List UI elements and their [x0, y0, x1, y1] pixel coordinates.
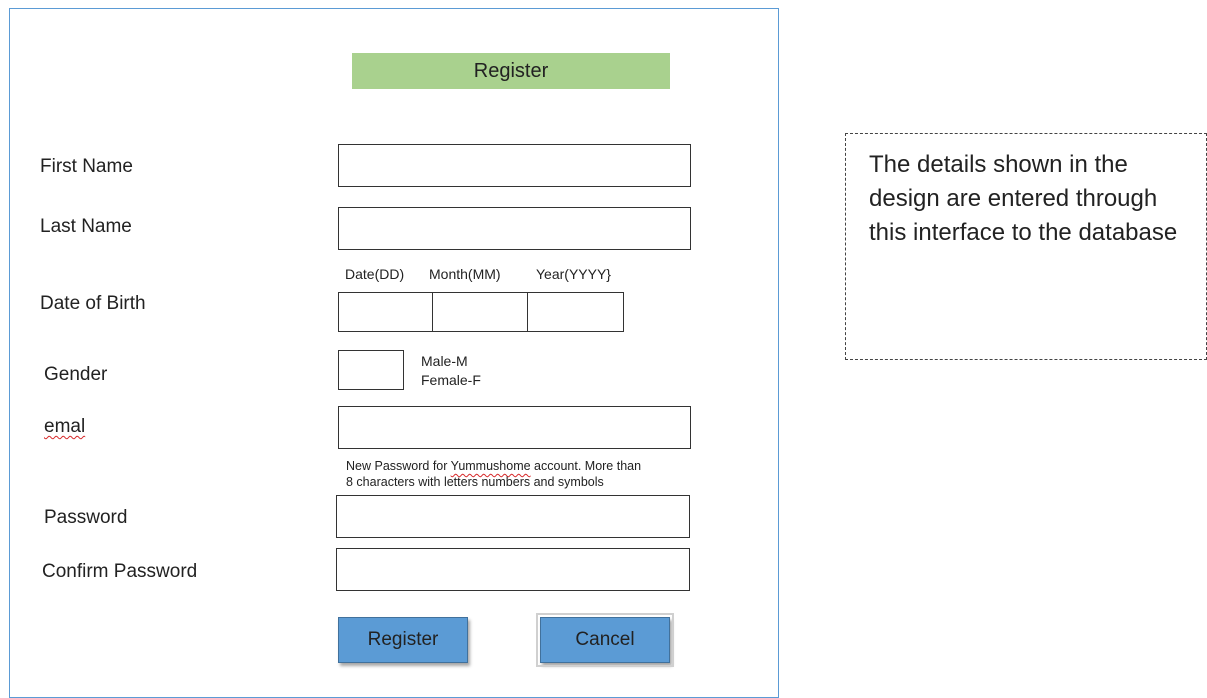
dob-month-input[interactable] — [432, 292, 529, 332]
dob-day-header: Date(DD) — [345, 266, 405, 282]
first-name-label: First Name — [40, 156, 133, 177]
dob-label: Date of Birth — [40, 293, 146, 314]
password-label: Password — [44, 507, 128, 528]
gender-hint-male: Male-M — [421, 353, 468, 369]
form-title: Register — [352, 53, 670, 89]
confirm-password-label: Confirm Password — [42, 561, 198, 582]
email-input[interactable] — [338, 406, 691, 449]
dob-year-input[interactable] — [527, 292, 624, 332]
password-hint-part1: New Password for — [346, 459, 451, 473]
last-name-label: Last Name — [40, 216, 132, 237]
password-input[interactable] — [336, 495, 690, 538]
dob-month-header: Month(MM) — [429, 266, 501, 282]
password-hint: New Password for Yummushome account. Mor… — [346, 458, 706, 490]
last-name-input[interactable] — [338, 207, 691, 250]
email-label: emal — [44, 416, 86, 437]
gender-label: Gender — [44, 364, 108, 385]
password-hint-brand: Yummushome — [450, 459, 531, 473]
register-button[interactable]: Register — [338, 617, 468, 663]
password-hint-part2: account. More than — [530, 459, 642, 473]
dob-day-input[interactable] — [338, 292, 434, 332]
first-name-input[interactable] — [338, 144, 691, 187]
gender-input[interactable] — [338, 350, 404, 390]
confirm-password-input[interactable] — [336, 548, 690, 591]
cancel-button[interactable]: Cancel — [536, 613, 674, 667]
dob-year-header: Year(YYYY} — [536, 266, 611, 282]
password-hint-line2: 8 characters with letters numbers and sy… — [346, 475, 604, 489]
annotation-note: The details shown in the design are ente… — [845, 133, 1207, 360]
gender-hint-female: Female-F — [421, 372, 481, 388]
